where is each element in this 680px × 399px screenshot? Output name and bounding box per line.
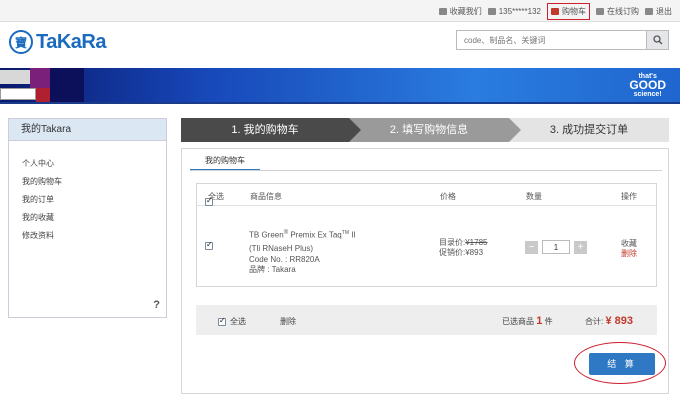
col-price: 价格	[440, 192, 456, 201]
cart-summary-bar: 全选 删除 已选商品 1 件 合计: ¥ 893	[196, 305, 657, 335]
promo-price-label: 促销价:	[439, 248, 466, 257]
summary-select-all-label: 全选	[230, 317, 246, 326]
order-icon	[596, 7, 604, 15]
step-shipping-info: 2. 填写购物信息	[349, 118, 521, 142]
product-name: TB Green® Premix Ex TaqTM II	[249, 230, 356, 240]
product-brand: 品牌 : Takara	[249, 265, 296, 275]
cart-table: 全选 商品信息 价格 数量 操作 TB Green® Premix Ex Taq…	[196, 183, 657, 287]
banner-block-gray	[0, 70, 30, 84]
search-input[interactable]	[457, 31, 646, 49]
selected-count: 1	[536, 315, 543, 327]
cart-icon	[551, 7, 559, 15]
tab-my-cart[interactable]: 我的购物车	[190, 153, 260, 171]
list-price: ¥1785	[465, 238, 488, 247]
decrease-quantity-button[interactable]: −	[525, 240, 538, 254]
selected-count-text: 已选商品 1 件	[502, 315, 553, 327]
site-header: 寶 TaKaRa	[0, 22, 680, 68]
table-row: TB Green® Premix Ex TaqTM II (Tli RNaseH…	[197, 206, 656, 286]
sidebar-menu: 个人中心 我的购物车 我的订单 我的收藏 修改资料	[9, 141, 166, 245]
takara-logo[interactable]: 寶 TaKaRa	[9, 30, 107, 54]
table-header: 全选 商品信息 价格 数量 操作	[197, 184, 656, 206]
online-order-link[interactable]: 在线订购	[596, 6, 639, 17]
top-bar: 收藏我们 135*****132 购物车 在线订购 退出	[0, 0, 680, 22]
bookmark-link-label: 收藏我们	[449, 6, 482, 16]
logo-text: TaKaRa	[36, 30, 107, 53]
favorite-link[interactable]: 收藏	[621, 239, 637, 249]
summary-select-all-checkbox[interactable]	[218, 316, 226, 326]
user-icon	[487, 7, 496, 15]
promo-price: ¥893	[465, 248, 484, 257]
logout-link[interactable]: 退出	[645, 6, 672, 17]
sidebar-item-cart[interactable]: 我的购物车	[22, 173, 166, 191]
search-icon	[652, 35, 662, 45]
delete-link[interactable]: 删除	[621, 249, 637, 259]
search-box	[456, 30, 669, 50]
bookmark-link[interactable]: 收藏我们	[438, 6, 482, 17]
cart-total: 合计: ¥ 893	[585, 315, 633, 327]
checkout-steps: 1. 我的购物车 2. 填写购物信息 3. 成功提交订单	[181, 118, 669, 142]
badge-line3: science!	[633, 91, 662, 98]
account-link[interactable]: 135*****132	[487, 6, 541, 16]
search-button[interactable]	[646, 31, 668, 49]
sidebar-item-favorites[interactable]: 我的收藏	[22, 209, 166, 227]
step-submit-order: 3. 成功提交订单	[509, 118, 669, 142]
price-block: 目录价:¥1785 促销价:¥893	[439, 238, 487, 258]
banner-block-red	[36, 88, 50, 102]
product-name-sub: (Tli RNaseH Plus)	[249, 244, 314, 254]
online-order-link-label: 在线订购	[607, 6, 639, 16]
hero-banner: that's GOOD science!	[0, 68, 680, 104]
sidebar-title: 我的Takara	[9, 119, 166, 141]
cart-link[interactable]: 购物车	[547, 2, 590, 20]
col-quantity: 数量	[526, 192, 542, 201]
banner-block-white	[0, 88, 36, 100]
badge-line2: GOOD	[629, 78, 666, 92]
summary-select-all: 全选	[218, 316, 246, 327]
col-product: 商品信息	[250, 192, 282, 201]
good-science-badge: that's GOOD science!	[629, 72, 666, 99]
sidebar-item-edit-profile[interactable]: 修改资料	[22, 227, 166, 245]
help-icon[interactable]: ?	[153, 299, 160, 311]
sidebar-item-orders[interactable]: 我的订单	[22, 191, 166, 209]
product-code: Code No. : RR820A	[249, 254, 320, 264]
bookmark-icon	[438, 7, 447, 15]
quantity-stepper: − +	[525, 240, 587, 254]
banner-block-navy	[50, 68, 84, 102]
item-checkbox[interactable]	[205, 240, 213, 250]
step-cart: 1. 我的购物车	[181, 118, 361, 142]
takara-logo-icon: 寶	[9, 30, 33, 54]
increase-quantity-button[interactable]: +	[574, 240, 587, 254]
checkout-button[interactable]: 结 算	[589, 353, 655, 375]
total-amount: ¥ 893	[605, 315, 633, 327]
summary-delete-button[interactable]: 删除	[280, 316, 296, 327]
list-price-label: 目录价:	[439, 238, 466, 247]
logout-icon	[645, 7, 653, 15]
cart-link-label: 购物车	[562, 6, 586, 16]
product-info[interactable]: TB Green® Premix Ex TaqTM II (Tli RNaseH…	[249, 228, 356, 276]
select-all-header: 全选	[205, 191, 224, 206]
top-links: 收藏我们 135*****132 购物车 在线订购 退出	[438, 0, 672, 22]
account-sidebar: 我的Takara 个人中心 我的购物车 我的订单 我的收藏 修改资料 ?	[8, 118, 167, 318]
quantity-input[interactable]	[542, 240, 570, 254]
logout-link-label: 退出	[656, 6, 672, 16]
row-actions: 收藏 删除	[621, 239, 637, 259]
banner-block-purple	[30, 68, 50, 88]
account-link-label: 135*****132	[498, 6, 541, 16]
sidebar-item-profile[interactable]: 个人中心	[22, 155, 166, 173]
tab-divider	[190, 170, 662, 171]
col-action: 操作	[621, 192, 637, 201]
cart-panel: 我的购物车 全选 商品信息 价格 数量 操作 TB Green® Premix …	[181, 148, 669, 394]
select-all-checkbox[interactable]	[205, 196, 213, 206]
total-label: 合计:	[585, 317, 604, 326]
